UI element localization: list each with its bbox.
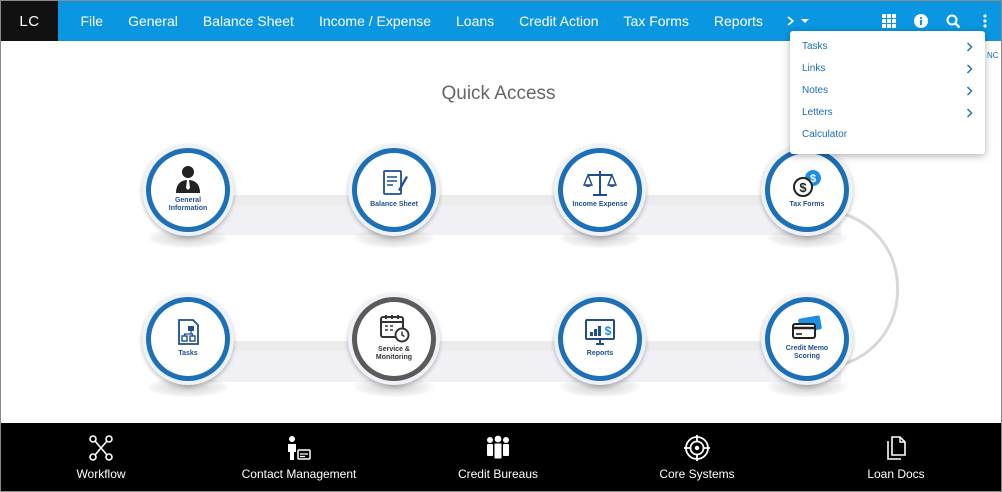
- tile-label: Reports: [586, 349, 614, 357]
- track-top: [221, 195, 821, 205]
- svg-text:$: $: [605, 324, 612, 338]
- tile-balance-sheet[interactable]: Balance Sheet: [348, 144, 440, 250]
- menu-item-links[interactable]: Links: [790, 59, 985, 81]
- menu-item-letters[interactable]: Letters: [790, 103, 985, 125]
- track-shadow-bottom: [201, 346, 841, 382]
- search-icon: [946, 14, 960, 28]
- chevron-right-icon: [787, 16, 795, 26]
- chevron-right-icon: [967, 108, 973, 118]
- bottom-label: Core Systems: [659, 467, 735, 481]
- monitor-chart-icon: $: [585, 318, 615, 345]
- document-pen-icon: [383, 169, 408, 195]
- tile-label: Service & Monitoring: [375, 345, 413, 361]
- nav-credit-action[interactable]: Credit Action: [507, 1, 611, 41]
- info-icon: [914, 14, 928, 28]
- tile-tax-forms[interactable]: $ $ Tax Forms: [761, 144, 853, 250]
- tile-label: General Information: [168, 196, 208, 212]
- dollar-coins-icon: $ $: [793, 169, 821, 197]
- tile-label: Credit Memo Scoring: [785, 344, 829, 360]
- tile-label: Income Expense: [572, 200, 628, 208]
- credit-cards-icon: [792, 315, 822, 339]
- menu-item-tasks[interactable]: Tasks: [790, 37, 985, 59]
- tile-income-expense[interactable]: Income Expense: [554, 144, 646, 250]
- tile-tasks[interactable]: Tasks: [142, 293, 234, 399]
- bottom-credit-bureaus[interactable]: Credit Bureaus: [451, 423, 545, 491]
- target-icon: [684, 435, 710, 461]
- workflow-icon: [89, 435, 113, 461]
- bottom-label: Credit Bureaus: [457, 467, 539, 481]
- more-dropdown-menu: Tasks Links Notes Letters Calculator: [790, 31, 985, 154]
- contact-icon: [288, 436, 311, 460]
- bottom-toolbar: Workflow Contact Management Credit Burea…: [1, 423, 1001, 491]
- tile-label: Balance Sheet: [370, 200, 418, 208]
- app-window: LC File General Balance Sheet Income / E…: [0, 0, 1002, 492]
- truncated-label: NC: [987, 51, 999, 60]
- user-icon: [176, 165, 200, 193]
- bottom-label: Contact Management: [241, 467, 357, 481]
- svg-text:$: $: [799, 180, 807, 195]
- tile-general-information[interactable]: General Information: [142, 144, 234, 250]
- nav-general[interactable]: General: [116, 1, 191, 41]
- menu-item-calculator[interactable]: Calculator: [790, 125, 985, 147]
- chevron-right-icon: [967, 64, 973, 74]
- tile-label: Tasks: [178, 349, 198, 357]
- tile-credit-memo-scoring[interactable]: Credit Memo Scoring: [761, 293, 853, 399]
- nav-loans[interactable]: Loans: [444, 1, 507, 41]
- scale-icon: [583, 170, 617, 196]
- nav-reports[interactable]: Reports: [701, 1, 775, 41]
- nav-income-expense[interactable]: Income / Expense: [306, 1, 443, 41]
- tile-reports[interactable]: $ Reports: [554, 293, 646, 399]
- bottom-core-systems[interactable]: Core Systems: [651, 423, 743, 491]
- menu-item-notes[interactable]: Notes: [790, 81, 985, 103]
- bottom-loan-docs[interactable]: Loan Docs: [856, 423, 936, 491]
- bottom-label: Loan Docs: [867, 467, 925, 481]
- tile-label: Tax Forms: [789, 200, 825, 208]
- documents-icon: [887, 436, 906, 460]
- caret-down-icon: [801, 19, 809, 23]
- grid-icon: [882, 14, 896, 28]
- nav-balance-sheet[interactable]: Balance Sheet: [190, 1, 306, 41]
- tile-service-monitoring[interactable]: Service & Monitoring: [348, 293, 440, 399]
- bottom-workflow[interactable]: Workflow: [61, 423, 141, 491]
- calendar-clock-icon: [380, 314, 410, 342]
- people-group-icon: [487, 435, 509, 459]
- app-logo[interactable]: LC: [1, 1, 58, 41]
- chevron-right-icon: [967, 42, 973, 52]
- kebab-icon: [983, 14, 987, 28]
- bottom-label: Workflow: [76, 467, 126, 481]
- nav-tax-forms[interactable]: Tax Forms: [611, 1, 701, 41]
- bottom-contact-management[interactable]: Contact Management: [239, 423, 359, 491]
- chevron-right-icon: [967, 86, 973, 96]
- flowchart-doc-icon: [178, 318, 199, 345]
- nav-file[interactable]: File: [68, 1, 116, 41]
- track-bottom: [221, 341, 821, 351]
- main-nav: File General Balance Sheet Income / Expe…: [58, 1, 775, 41]
